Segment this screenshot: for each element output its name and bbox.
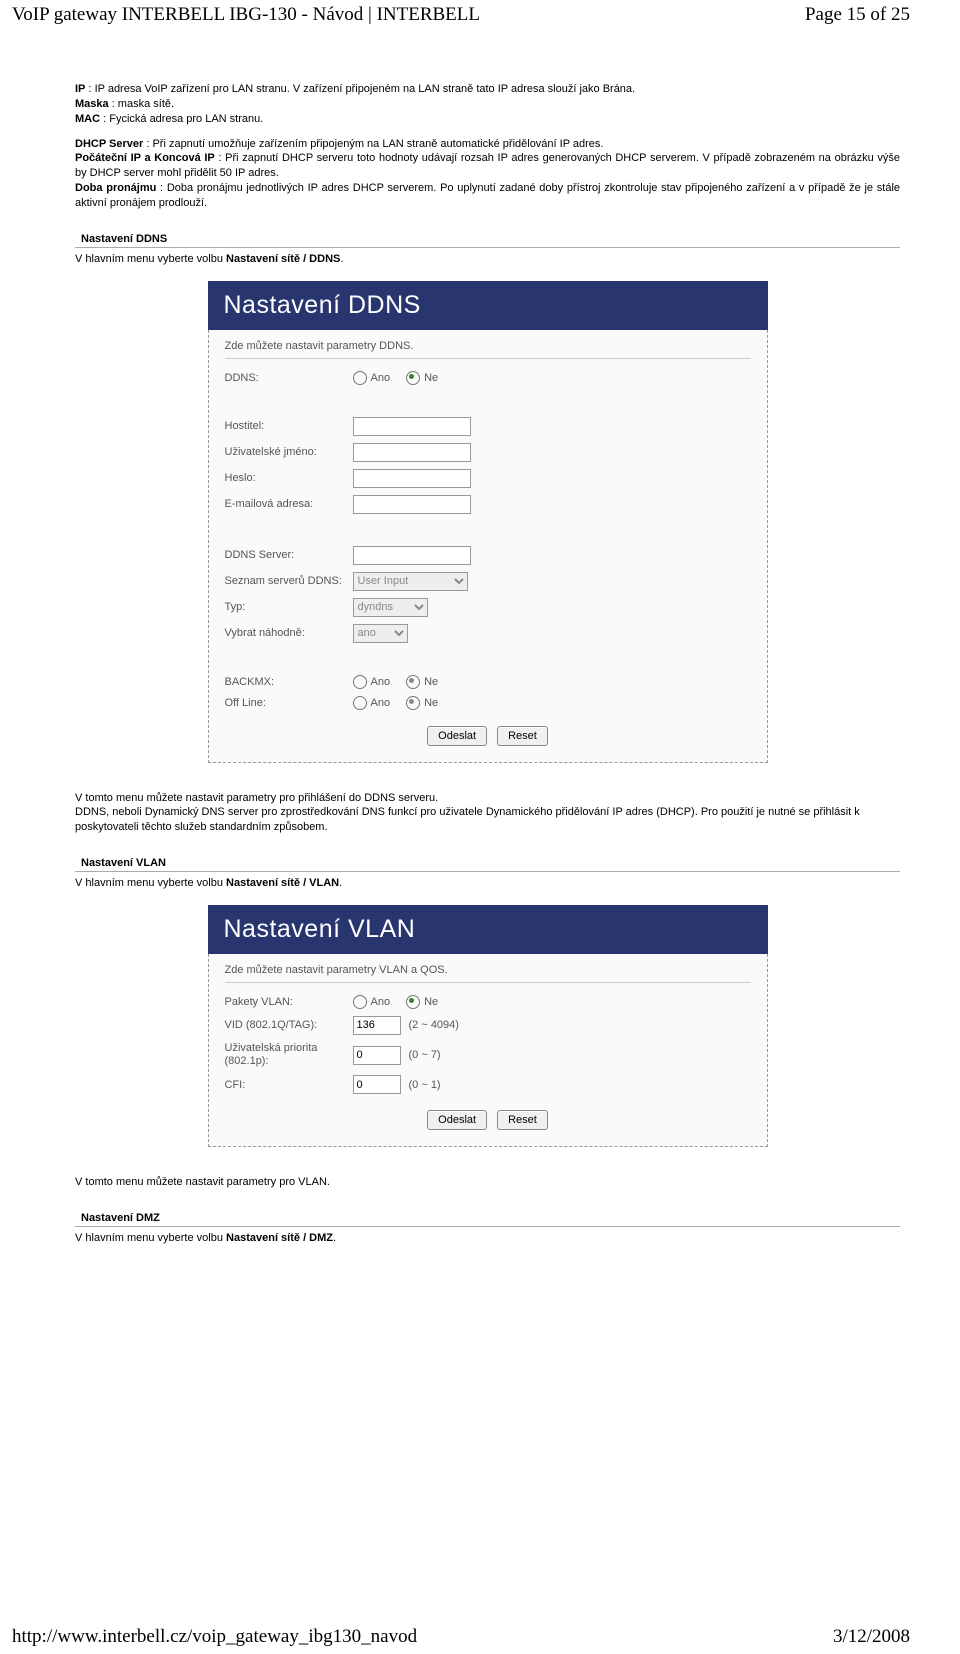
ddns-panel: Nastavení DDNS Zde můžete nastavit param… [208, 281, 768, 763]
vlan-panel: Nastavení VLAN Zde můžete nastavit param… [208, 905, 768, 1147]
label-type: Typ: [225, 601, 353, 613]
range-prio: (0 ~ 7) [409, 1049, 441, 1061]
label-vlan-ano: Ano [371, 996, 391, 1008]
ddns-submit-button[interactable]: Odeslat [427, 726, 487, 746]
select-random[interactable]: ano [353, 624, 408, 643]
range-cfi: (0 ~ 1) [409, 1079, 441, 1091]
radio-vlan-ano[interactable] [353, 995, 367, 1009]
text-mac: : Fycická adresa pro LAN stranu. [100, 113, 263, 125]
intro-block: IP : IP adresa VoIP zařízení pro LAN str… [75, 82, 900, 211]
label-offline-ne-text: Ne [424, 697, 438, 709]
input-vid[interactable] [353, 1016, 401, 1035]
label-offline-ano-text: Ano [371, 697, 391, 709]
page-number: Page 15 of 25 [805, 4, 910, 26]
label-ne: Ne [424, 372, 438, 384]
label-vlan-ne: Ne [424, 996, 438, 1008]
input-prio[interactable] [353, 1046, 401, 1065]
label-ano: Ano [371, 372, 391, 384]
select-type[interactable]: dyndns [353, 598, 428, 617]
vlan-subtitle-bold: Nastavení sítě / VLAN [226, 877, 339, 889]
label-prio: Uživatelská priorita (802.1p): [225, 1042, 353, 1068]
label-backmx: BACKMX: [225, 676, 353, 688]
label-cfi: CFI: [225, 1079, 353, 1091]
label-ip: IP [75, 83, 85, 95]
radio-ddns-ne[interactable] [406, 371, 420, 385]
text-dhcp: : Při zapnutí umožňuje zařízením připoje… [143, 138, 603, 150]
vlan-subtitle-pre: V hlavním menu vyberte volbu [75, 877, 226, 889]
footer-url: http://www.interbell.cz/voip_gateway_ibg… [12, 1626, 417, 1648]
text-mask: : maska sítě. [109, 98, 174, 110]
label-offline: Off Line: [225, 697, 353, 709]
vlan-panel-header: Nastavení VLAN [208, 905, 768, 954]
label-email: E-mailová adresa: [225, 498, 353, 510]
vlan-reset-button[interactable]: Reset [497, 1110, 548, 1130]
input-cfi[interactable] [353, 1075, 401, 1094]
vlan-para1: V tomto menu můžete nastavit parametry p… [75, 1175, 900, 1190]
dmz-subtitle-pre: V hlavním menu vyberte volbu [75, 1232, 226, 1244]
label-ddns-enable: DDNS: [225, 372, 353, 384]
select-ddns-list[interactable]: User Input [353, 572, 468, 591]
input-ddns-server[interactable] [353, 546, 471, 565]
text-lease: : Doba pronájmu jednotlivých IP adres DH… [75, 182, 900, 209]
radio-vlan-ne[interactable] [406, 995, 420, 1009]
ddns-subtitle-pre: V hlavním menu vyberte volbu [75, 253, 226, 265]
label-mac: MAC [75, 113, 100, 125]
ddns-panel-header: Nastavení DDNS [208, 281, 768, 330]
input-pass[interactable] [353, 469, 471, 488]
label-random: Vybrat náhodně: [225, 627, 353, 639]
label-mask: Maska [75, 98, 109, 110]
label-user: Uživatelské jméno: [225, 446, 353, 458]
section-title-dmz: Nastavení DMZ [75, 1208, 900, 1227]
text-ip: : IP adresa VoIP zařízení pro LAN stranu… [85, 83, 635, 95]
label-backmx-ano-text: Ano [371, 676, 391, 688]
input-host[interactable] [353, 417, 471, 436]
label-lease: Doba pronájmu [75, 182, 156, 194]
input-user[interactable] [353, 443, 471, 462]
radio-backmx-ano[interactable] [353, 675, 367, 689]
label-pass: Heslo: [225, 472, 353, 484]
vlan-hint: Zde můžete nastavit parametry VLAN a QOS… [225, 964, 751, 983]
radio-backmx-ne[interactable] [406, 675, 420, 689]
ddns-para2: DDNS, neboli Dynamický DNS server pro zp… [75, 805, 900, 835]
ddns-reset-button[interactable]: Reset [497, 726, 548, 746]
range-vid: (2 ~ 4094) [409, 1019, 459, 1031]
input-email[interactable] [353, 495, 471, 514]
radio-offline-ne[interactable] [406, 696, 420, 710]
label-ddns-list: Seznam serverů DDNS: [225, 575, 353, 587]
label-packets: Pakety VLAN: [225, 996, 353, 1008]
radio-ddns-ano[interactable] [353, 371, 367, 385]
label-ddns-server: DDNS Server: [225, 549, 353, 561]
ddns-para1: V tomto menu můžete nastavit parametry p… [75, 791, 900, 806]
footer-date: 3/12/2008 [833, 1626, 910, 1648]
label-backmx-ne-text: Ne [424, 676, 438, 688]
label-dhcp: DHCP Server [75, 138, 143, 150]
vlan-submit-button[interactable]: Odeslat [427, 1110, 487, 1130]
section-title-vlan: Nastavení VLAN [75, 853, 900, 872]
doc-title: VoIP gateway INTERBELL IBG-130 - Návod |… [12, 4, 480, 26]
section-title-ddns: Nastavení DDNS [75, 229, 900, 248]
label-range: Počáteční IP a Koncová IP [75, 152, 215, 164]
radio-offline-ano[interactable] [353, 696, 367, 710]
ddns-hint: Zde můžete nastavit parametry DDNS. [225, 340, 751, 359]
label-vid: VID (802.1Q/TAG): [225, 1019, 353, 1031]
dmz-subtitle-bold: Nastavení sítě / DMZ [226, 1232, 333, 1244]
label-host: Hostitel: [225, 420, 353, 432]
ddns-subtitle-bold: Nastavení sítě / DDNS [226, 253, 340, 265]
